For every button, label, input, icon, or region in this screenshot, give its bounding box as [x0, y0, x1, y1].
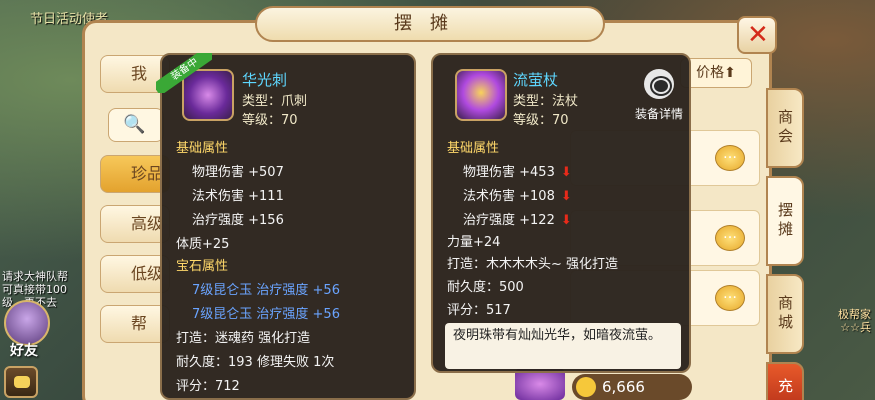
- equipped-badge: 装备中: [156, 53, 212, 93]
- attribute-text: 治疗强度 +122: [463, 213, 555, 228]
- forge-info: 打造：木木木木头~ 强化打造: [447, 257, 619, 272]
- npc-label-line: 极帮家: [838, 308, 871, 321]
- item-name: 华光刺: [242, 71, 288, 89]
- tab-stall[interactable]: 摆摊: [766, 176, 804, 266]
- search-icon: 🔍: [123, 114, 146, 135]
- gem-row: 7级昆仑玉 治疗强度 +56: [192, 283, 340, 298]
- friends-label[interactable]: 好友: [10, 340, 38, 360]
- equipped-item-tooltip: 装备中 华光刺 类型：爪刺 等级：70 基础属性 物理伤害 +507 法术伤害 …: [156, 53, 416, 400]
- message-icon[interactable]: [715, 285, 745, 311]
- close-button[interactable]: ✕: [737, 16, 777, 54]
- item-price: 6,666: [572, 374, 692, 400]
- attribute-row: 法术伤害 +108 ⬇: [463, 185, 572, 204]
- item-type: 类型：法杖: [513, 94, 579, 109]
- basic-attributes-title: 基础属性: [447, 141, 500, 156]
- attribute-row: 法术伤害 +111: [192, 189, 284, 204]
- attribute-row: 治疗强度 +156: [192, 213, 284, 228]
- tab-mall[interactable]: 商城: [766, 274, 804, 354]
- arrow-down-icon: ⬇: [560, 165, 572, 180]
- attribute-row: 物理伤害 +507: [192, 165, 284, 180]
- chat-icon[interactable]: [4, 366, 38, 398]
- gem-row: 7级昆仑玉 治疗强度 +56: [192, 307, 340, 322]
- eye-icon: [644, 69, 674, 99]
- item-detail-label: 装备详情: [634, 107, 683, 121]
- message-icon[interactable]: [715, 225, 745, 251]
- equipped-badge-label: 装备中: [156, 53, 212, 93]
- stall-title: 摆摊: [255, 6, 605, 42]
- item-name: 流萤杖: [513, 71, 559, 89]
- bonus-attribute: 体质+25: [176, 237, 230, 252]
- close-icon: ✕: [747, 20, 769, 50]
- score-info: 评分：712: [176, 379, 240, 394]
- right-tab-list: 商会 摆摊 商城 充: [766, 88, 804, 400]
- gem-attributes-title: 宝石属性: [176, 259, 229, 274]
- compare-item-tooltip: 流萤杖 类型：法杖 等级：70 装备详情 基础属性 物理伤害 +453 ⬇ 法术伤…: [431, 53, 691, 373]
- item-level: 等级：70: [242, 113, 298, 128]
- item-type: 类型：爪刺: [242, 94, 308, 109]
- arrow-down-icon: ⬇: [560, 213, 572, 228]
- bonus-attribute: 力量+24: [447, 235, 501, 250]
- npc-label-right: 极帮家 ☆☆兵: [838, 308, 871, 334]
- durability-info: 耐久度：193 修理失败 1次: [176, 355, 335, 370]
- npc-label-line: ☆☆兵: [840, 321, 871, 334]
- attribute-row: 治疗强度 +122 ⬇: [463, 209, 572, 228]
- tab-commerce[interactable]: 商会: [766, 88, 804, 168]
- item-level: 等级：70: [513, 113, 569, 128]
- chat-line: 请求大神队帮: [2, 270, 68, 283]
- arrow-down-icon: ⬇: [560, 189, 572, 204]
- basic-attributes-title: 基础属性: [176, 141, 229, 156]
- score-info: 评分：517: [447, 303, 511, 318]
- staff-weapon-icon: [455, 69, 507, 121]
- message-icon[interactable]: [715, 145, 745, 171]
- chat-line: 可真接带100: [2, 283, 67, 296]
- search-button[interactable]: 🔍: [108, 108, 164, 142]
- forge-info: 打造：迷魂药 强化打造: [176, 331, 311, 346]
- durability-info: 耐久度：500: [447, 280, 524, 295]
- tab-recharge[interactable]: 充: [766, 362, 804, 400]
- item-detail-button[interactable]: 装备详情: [629, 69, 689, 122]
- attribute-text: 物理伤害 +453: [463, 165, 555, 180]
- attribute-row: 物理伤害 +453 ⬇: [463, 161, 572, 180]
- attribute-text: 法术伤害 +108: [463, 189, 555, 204]
- item-description: 夜明珠带有灿灿光华，如暗夜流萤。: [445, 323, 681, 369]
